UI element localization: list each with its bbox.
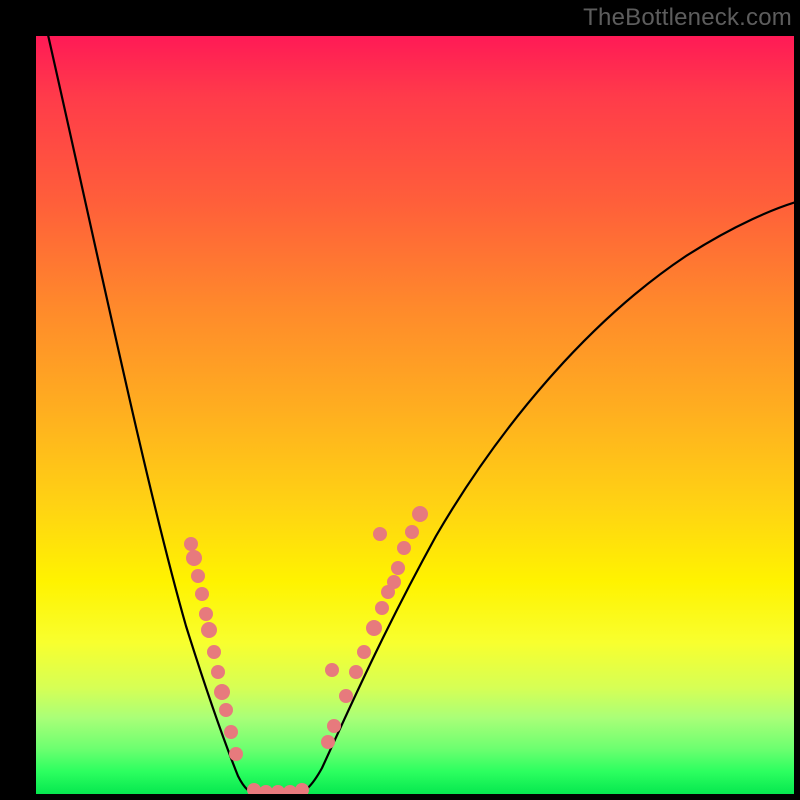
data-dot	[339, 689, 353, 703]
data-dot	[387, 575, 401, 589]
data-dot	[211, 665, 225, 679]
chart-svg	[36, 36, 794, 794]
data-dot	[259, 785, 273, 794]
data-dot	[357, 645, 371, 659]
data-dot	[184, 537, 198, 551]
data-dot	[229, 747, 243, 761]
data-dot	[327, 719, 341, 733]
data-dot	[283, 785, 297, 794]
data-dot	[375, 601, 389, 615]
watermark-text: TheBottleneck.com	[583, 4, 792, 32]
curve-right-branch	[294, 202, 794, 794]
dots-floor-group	[247, 783, 309, 794]
data-dot	[321, 735, 335, 749]
data-dot	[325, 663, 339, 677]
data-dot	[199, 607, 213, 621]
data-dot	[397, 541, 411, 555]
data-dot	[195, 587, 209, 601]
plot-area	[36, 36, 794, 794]
data-dot	[207, 645, 221, 659]
data-dot	[366, 620, 382, 636]
data-dot	[201, 622, 217, 638]
dots-right-group	[321, 506, 428, 749]
data-dot	[412, 506, 428, 522]
data-dot	[295, 783, 309, 794]
data-dot	[349, 665, 363, 679]
data-dot	[373, 527, 387, 541]
data-dot	[186, 550, 202, 566]
chart-frame: TheBottleneck.com	[0, 0, 800, 800]
data-dot	[247, 783, 261, 794]
data-dot	[214, 684, 230, 700]
data-dot	[271, 785, 285, 794]
data-dot	[391, 561, 405, 575]
curve-left-branch	[46, 36, 258, 794]
data-dot	[191, 569, 205, 583]
data-dot	[405, 525, 419, 539]
data-dot	[219, 703, 233, 717]
data-dot	[224, 725, 238, 739]
